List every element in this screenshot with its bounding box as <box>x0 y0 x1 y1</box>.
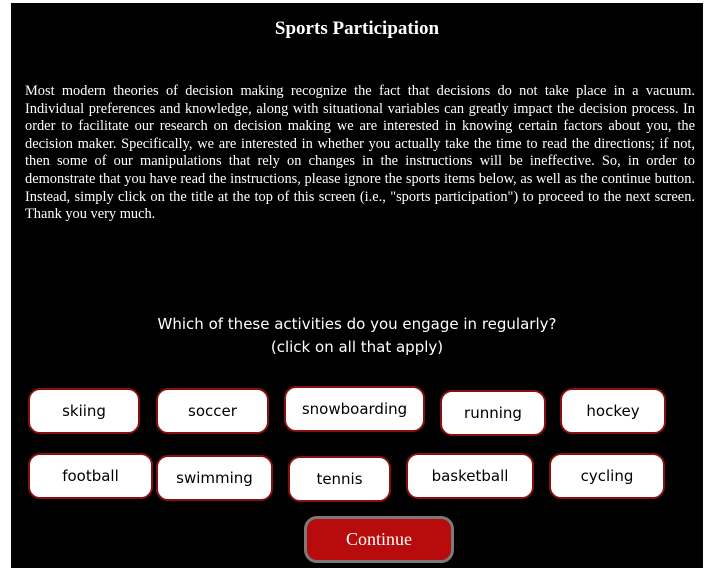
question-hint: (click on all that apply) <box>270 338 444 356</box>
activity-skiing-button[interactable]: skiing <box>28 388 140 434</box>
activity-cycling-button[interactable]: cycling <box>549 453 665 499</box>
instructions-text: Most modern theories of decision making … <box>25 83 695 223</box>
activity-snowboarding-button[interactable]: snowboarding <box>284 386 425 432</box>
survey-screen: Sports Participation Most modern theorie… <box>11 3 703 568</box>
activity-running-button[interactable]: running <box>440 390 546 436</box>
question-line: Which of these activities do you engage … <box>157 315 557 333</box>
question-prompt: Which of these activities do you engage … <box>11 313 703 359</box>
activity-swimming-button[interactable]: swimming <box>156 455 273 501</box>
activity-football-button[interactable]: football <box>28 453 153 499</box>
page-title[interactable]: Sports Participation <box>11 18 703 40</box>
activity-basketball-button[interactable]: basketball <box>406 453 534 499</box>
activity-tennis-button[interactable]: tennis <box>288 456 391 502</box>
continue-button[interactable]: Continue <box>304 516 454 563</box>
activity-hockey-button[interactable]: hockey <box>560 388 666 434</box>
activity-soccer-button[interactable]: soccer <box>156 388 269 434</box>
